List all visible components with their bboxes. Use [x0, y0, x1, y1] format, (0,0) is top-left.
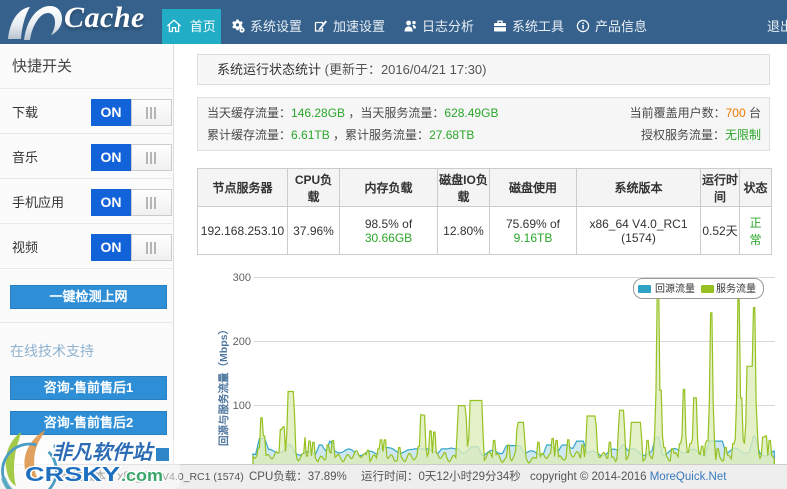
svg-text:300: 300 [233, 272, 251, 284]
svg-text:200: 200 [233, 336, 251, 348]
svg-text:CRSKY: CRSKY [25, 464, 121, 486]
svg-text:100: 100 [233, 400, 251, 412]
svg-text:非凡软件站: 非凡软件站 [52, 441, 155, 464]
svg-text:服务流量: 服务流量 [716, 282, 756, 295]
svg-text:回源流量: 回源流量 [655, 282, 695, 295]
svg-text:.com: .com [121, 467, 163, 485]
